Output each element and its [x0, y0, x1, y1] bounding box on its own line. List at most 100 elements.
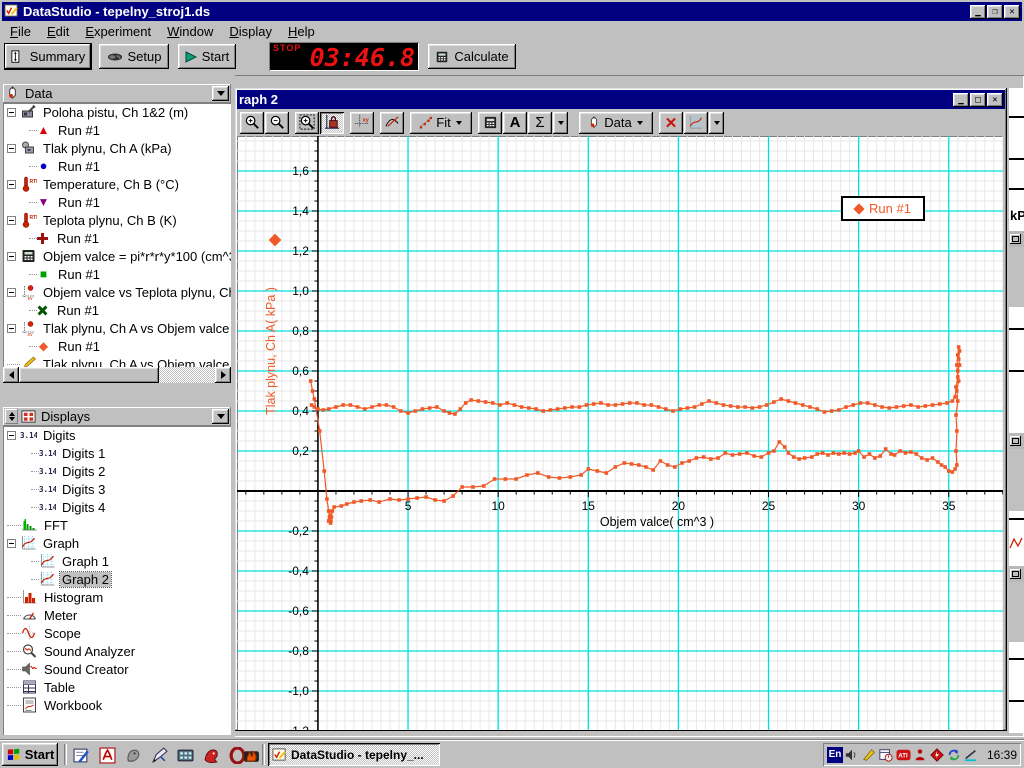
- minimize-button[interactable]: ▁: [970, 5, 986, 19]
- graph-settings-dropdown[interactable]: [709, 112, 724, 134]
- quicklaunch-gray-app-icon[interactable]: [122, 744, 144, 766]
- scroll-thumb[interactable]: [19, 367, 159, 383]
- tree-collapse-box[interactable]: [7, 539, 16, 548]
- close-button[interactable]: ✕: [1004, 5, 1020, 19]
- start-button[interactable]: Start: [178, 44, 236, 69]
- volume-icon[interactable]: [844, 747, 860, 763]
- zoom-select-button[interactable]: [295, 112, 319, 134]
- panel-splitter-control[interactable]: [5, 409, 18, 424]
- scroll-left-button[interactable]: [3, 367, 19, 383]
- data-item-4-run-0[interactable]: ■Run #1: [3, 265, 231, 283]
- display-item-sound-analyzer[interactable]: Sound Analyzer: [3, 642, 231, 660]
- tree-collapse-box[interactable]: [7, 431, 16, 440]
- tree-collapse-box[interactable]: [7, 288, 16, 297]
- data-item-1[interactable]: Tlak plynu, Ch A (kPa): [3, 139, 231, 157]
- display-item-digits-2[interactable]: Digits 2: [3, 462, 231, 480]
- display-item-graph[interactable]: Graph: [3, 534, 231, 552]
- displays-tree: DigitsDigits 1Digits 2Digits 3Digits 4FF…: [3, 426, 231, 735]
- data-item-3[interactable]: Teplota plynu, Ch B (K): [3, 211, 231, 229]
- calculate-button[interactable]: Calculate: [428, 44, 516, 69]
- tree-collapse-box[interactable]: [7, 216, 16, 225]
- display-item-scope[interactable]: Scope: [3, 624, 231, 642]
- tray-yellow-tool-icon[interactable]: [861, 747, 877, 763]
- graph-maximize-button[interactable]: □: [970, 93, 986, 107]
- scale-to-fit-button[interactable]: [320, 112, 344, 134]
- text-annotation-button[interactable]: A: [503, 112, 527, 134]
- restore-button[interactable]: ❐: [987, 5, 1003, 19]
- plot-area[interactable]: 1,61,41,21,00,80,60,40,2-0,2-0,4-0,6-0,8…: [237, 136, 1003, 730]
- display-item-table[interactable]: Table: [3, 678, 231, 696]
- clock[interactable]: 16:39: [987, 748, 1017, 762]
- quicklaunch-dragon-icon[interactable]: [200, 744, 222, 766]
- zoom-out-button[interactable]: [265, 112, 289, 134]
- graph-calculate-button[interactable]: [478, 112, 502, 134]
- display-item-workbook[interactable]: Workbook: [3, 696, 231, 714]
- setup-button[interactable]: Setup: [99, 44, 169, 69]
- slope-tool-button[interactable]: [380, 112, 404, 134]
- start-menu-button[interactable]: Start: [2, 743, 58, 766]
- data-item-3-run-0[interactable]: Run #1: [3, 229, 231, 247]
- display-item-digits-4[interactable]: Digits 4: [3, 498, 231, 516]
- quicklaunch-notepad-icon[interactable]: [70, 744, 92, 766]
- graph-settings-button[interactable]: [684, 112, 708, 134]
- tree-collapse-box[interactable]: [7, 324, 16, 333]
- graph-close-button[interactable]: ✕: [987, 93, 1003, 107]
- menu-file[interactable]: File: [2, 22, 39, 41]
- data-item-0[interactable]: Poloha pistu, Ch 1&2 (m): [3, 103, 231, 121]
- tree-collapse-box[interactable]: [7, 252, 16, 261]
- statistics-dropdown[interactable]: [553, 112, 568, 134]
- quicklaunch-acrobat-icon[interactable]: [96, 744, 118, 766]
- tree-collapse-box[interactable]: [7, 180, 16, 189]
- data-item-6-run-0[interactable]: ◆Run #1: [3, 337, 231, 355]
- data-item-2-run-0[interactable]: ▼Run #1: [3, 193, 231, 211]
- tree-collapse-box[interactable]: [7, 144, 16, 153]
- menu-help[interactable]: Help: [280, 22, 323, 41]
- menu-display[interactable]: Display: [221, 22, 280, 41]
- display-item-meter[interactable]: Meter: [3, 606, 231, 624]
- data-tree-hscrollbar[interactable]: [3, 367, 231, 383]
- smart-tool-button[interactable]: xy: [350, 112, 374, 134]
- keyboard-layout-indicator[interactable]: En: [827, 747, 843, 763]
- display-item-graph-2[interactable]: Graph 2: [3, 570, 231, 588]
- display-item-digits-1[interactable]: Digits 1: [3, 444, 231, 462]
- tray-diamond-icon[interactable]: [929, 747, 945, 763]
- display-item-digits[interactable]: Digits: [3, 426, 231, 444]
- tray-sync-icon[interactable]: [946, 747, 962, 763]
- quicklaunch-keypad-icon[interactable]: [174, 744, 196, 766]
- data-item-5-run-0[interactable]: Run #1: [3, 301, 231, 319]
- quicklaunch-flame-icon[interactable]: [240, 744, 262, 766]
- fit-button[interactable]: Fit: [410, 112, 472, 134]
- data-item-6[interactable]: Tlak plynu, Ch A vs Objem valce: [3, 319, 231, 337]
- legend[interactable]: Run #1: [841, 196, 925, 221]
- data-item-0-run-0[interactable]: ▲Run #1: [3, 121, 231, 139]
- data-menu-button[interactable]: Data: [579, 112, 653, 134]
- tray-scheduler-icon[interactable]: [878, 747, 894, 763]
- scroll-right-button[interactable]: [215, 367, 231, 383]
- data-item-2[interactable]: Temperature, Ch B (°C): [3, 175, 231, 193]
- display-item-graph-1[interactable]: Graph 1: [3, 552, 231, 570]
- quicklaunch-pen-icon[interactable]: [148, 744, 170, 766]
- tray-connection-icon[interactable]: [963, 747, 979, 763]
- zoom-in-button[interactable]: [240, 112, 264, 134]
- data-item-1-run-0[interactable]: ●Run #1: [3, 157, 231, 175]
- summary-button[interactable]: Summary: [5, 44, 91, 69]
- display-item-sound-creator[interactable]: Sound Creator: [3, 660, 231, 678]
- tree-collapse-box[interactable]: [7, 108, 16, 117]
- tray-vnc-icon[interactable]: [912, 747, 928, 763]
- task-button-datastudio[interactable]: DataStudio - tepelny_...: [268, 743, 440, 766]
- menu-window[interactable]: Window: [159, 22, 221, 41]
- graph-minimize-button[interactable]: ▁: [953, 93, 969, 107]
- data-item-7[interactable]: Tlak plynu, Ch A vs Objem valce: [3, 355, 231, 367]
- data-panel-dropdown[interactable]: [212, 86, 229, 101]
- data-item-5[interactable]: Objem valce vs Teplota plynu, Ch: [3, 283, 231, 301]
- display-item-histogram[interactable]: Histogram: [3, 588, 231, 606]
- menu-experiment[interactable]: Experiment: [77, 22, 159, 41]
- displays-panel-dropdown[interactable]: [212, 409, 229, 424]
- tray-ati-icon[interactable]: ATI: [895, 747, 911, 763]
- display-item-digits-3[interactable]: Digits 3: [3, 480, 231, 498]
- statistics-button[interactable]: Σ: [528, 112, 552, 134]
- menu-edit[interactable]: Edit: [39, 22, 77, 41]
- data-item-4[interactable]: Objem valce = pi*r*r*y*100 (cm^3: [3, 247, 231, 265]
- display-item-fft[interactable]: FFT: [3, 516, 231, 534]
- remove-button[interactable]: ✕: [659, 112, 683, 134]
